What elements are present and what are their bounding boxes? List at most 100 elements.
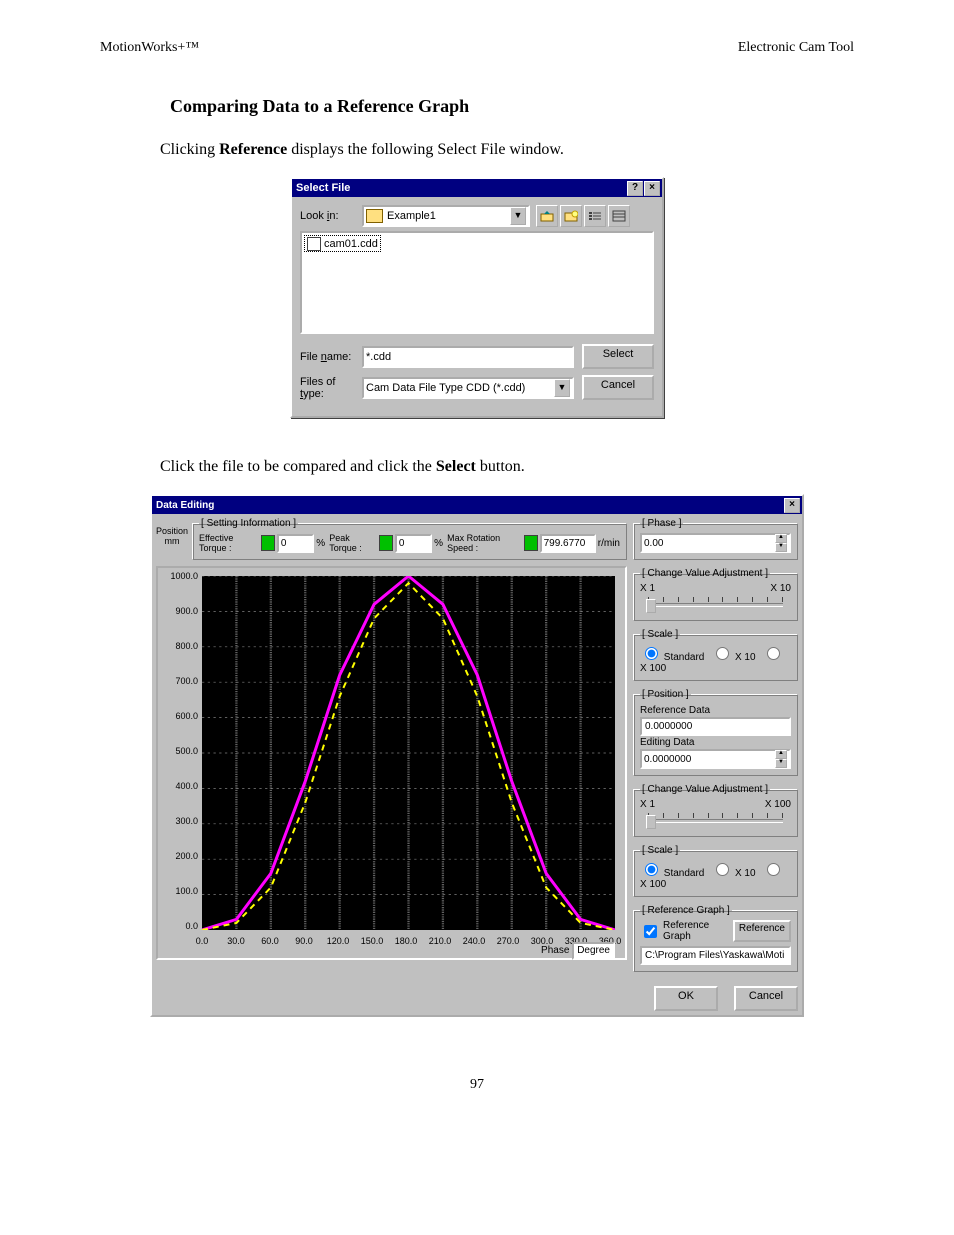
cva-left: X 1 xyxy=(640,583,655,594)
x-axis-label: Phase Degree xyxy=(541,942,615,960)
cva-left-2: X 1 xyxy=(640,799,655,810)
details-view-icon[interactable] xyxy=(608,205,630,227)
x-tick: 150.0 xyxy=(361,936,384,946)
eff-torque-label: Effective Torque : xyxy=(199,533,259,553)
x-tick: 210.0 xyxy=(429,936,452,946)
spin-down-icon[interactable]: ▼ xyxy=(775,543,787,552)
slider-thumb-icon[interactable] xyxy=(646,815,656,829)
x-tick: 0.0 xyxy=(196,936,209,946)
look-in-value: Example1 xyxy=(387,210,436,222)
peak-torque-color-icon xyxy=(379,535,393,551)
page-number: 97 xyxy=(100,1077,854,1093)
scale-standard-radio[interactable]: Standard xyxy=(640,652,704,663)
cva-legend-2: [ Change Value Adjustment ] xyxy=(640,784,770,795)
phase-cva-slider[interactable] xyxy=(640,594,791,614)
x-axis-unit: Degree xyxy=(572,942,615,960)
cva-right-2: X 100 xyxy=(765,799,791,810)
header-right: Electronic Cam Tool xyxy=(738,40,854,56)
ref-data-label: Reference Data xyxy=(640,705,791,716)
intro-pre: Clicking xyxy=(160,141,219,158)
cancel-button[interactable]: Cancel xyxy=(582,375,654,400)
position-label: Position xyxy=(156,526,188,536)
spin-up-icon[interactable]: ▲ xyxy=(775,750,787,759)
y-tick: 200.0 xyxy=(158,851,198,861)
max-rot-unit: r/min xyxy=(598,538,620,549)
look-in-combo[interactable]: Example1 ▼ xyxy=(362,205,530,227)
eff-torque-value: 0 xyxy=(277,534,314,553)
file-name-label: File name: xyxy=(300,351,362,363)
scale-legend-2: [ Scale ] xyxy=(640,845,680,856)
y-tick: 1000.0 xyxy=(158,571,198,581)
dialog-titlebar: Select File ? × xyxy=(292,179,662,197)
cva-legend: [ Change Value Adjustment ] xyxy=(640,568,770,579)
close-icon[interactable]: × xyxy=(644,181,660,196)
max-rot-color-icon xyxy=(524,535,538,551)
up-one-level-icon[interactable] xyxy=(536,205,558,227)
spin-up-icon[interactable]: ▲ xyxy=(775,534,787,543)
edit-data-spin[interactable]: 0.0000000 ▲▼ xyxy=(640,749,791,769)
header-left: MotionWorks+™ xyxy=(100,40,199,56)
mid-pre: Click the file to be compared and click … xyxy=(160,458,436,475)
max-rot-value: 799.6770 xyxy=(540,534,596,553)
list-view-icon[interactable] xyxy=(584,205,606,227)
scale2-standard-radio[interactable]: Standard xyxy=(640,868,704,879)
file-item-name: cam01.cdd xyxy=(324,238,378,250)
scale2-x10-radio[interactable]: X 10 xyxy=(711,868,755,879)
ref-data-value: 0.0000000 xyxy=(640,717,791,736)
help-icon[interactable]: ? xyxy=(627,181,643,196)
select-button[interactable]: Select xyxy=(582,344,654,369)
edit-data-value: 0.0000000 xyxy=(644,754,691,765)
ok-button[interactable]: OK xyxy=(654,986,718,1011)
edit-data-label: Editing Data xyxy=(640,737,791,748)
mid-bold: Select xyxy=(436,458,476,475)
phase-spin[interactable]: 0.00 ▲▼ xyxy=(640,533,791,553)
x-tick: 120.0 xyxy=(327,936,350,946)
document-icon xyxy=(307,237,321,251)
y-tick: 100.0 xyxy=(158,886,198,896)
y-tick: 0.0 xyxy=(158,921,198,931)
max-rot-label: Max Rotation Speed : xyxy=(447,533,521,553)
reference-button[interactable]: Reference xyxy=(733,920,791,942)
intro-bold: Reference xyxy=(219,141,287,158)
position-cva-slider[interactable] xyxy=(640,810,791,830)
peak-torque-value: 0 xyxy=(395,534,432,553)
y-tick: 700.0 xyxy=(158,676,198,686)
file-type-value: Cam Data File Type CDD (*.cdd) xyxy=(366,382,525,394)
position-legend: [ Position ] xyxy=(640,689,691,700)
x-tick: 270.0 xyxy=(497,936,520,946)
dialog-title: Select File xyxy=(296,182,350,194)
cancel-button-2[interactable]: Cancel xyxy=(734,986,798,1011)
slider-thumb-icon[interactable] xyxy=(646,599,656,613)
spin-down-icon[interactable]: ▼ xyxy=(775,759,787,768)
y-tick: 500.0 xyxy=(158,746,198,756)
y-tick: 600.0 xyxy=(158,711,198,721)
dialog-title: Data Editing xyxy=(156,500,214,511)
intro-paragraph: Clicking Reference displays the followin… xyxy=(160,141,854,159)
y-tick: 800.0 xyxy=(158,641,198,651)
setting-info-legend: [ Setting Information ] xyxy=(199,518,298,529)
file-type-combo[interactable]: Cam Data File Type CDD (*.cdd) ▼ xyxy=(362,377,574,399)
chart-area: 1000.0 900.0 800.0 700.0 600.0 500.0 400… xyxy=(156,566,627,960)
x-tick: 90.0 xyxy=(295,936,313,946)
close-icon[interactable]: × xyxy=(784,498,800,513)
file-item[interactable]: cam01.cdd xyxy=(304,235,381,252)
file-list[interactable]: cam01.cdd xyxy=(300,231,654,334)
file-name-input[interactable]: *.cdd xyxy=(362,346,574,368)
x-tick: 240.0 xyxy=(463,936,486,946)
new-folder-icon[interactable] xyxy=(560,205,582,227)
chevron-down-icon[interactable]: ▼ xyxy=(510,207,526,225)
phase-legend: [ Phase ] xyxy=(640,518,683,529)
folder-icon xyxy=(366,209,383,223)
scale-x10-radio[interactable]: X 10 xyxy=(711,652,755,663)
dialog-titlebar: Data Editing × xyxy=(152,496,802,514)
position-unit: mm xyxy=(165,536,180,546)
file-type-label: Files of type: xyxy=(300,376,362,400)
y-tick: 400.0 xyxy=(158,781,198,791)
mid-post: button. xyxy=(476,458,525,475)
ref-graph-checkbox[interactable]: Reference Graph xyxy=(640,920,729,942)
x-tick: 30.0 xyxy=(227,936,245,946)
look-in-label: Look in: xyxy=(300,210,362,222)
plot[interactable] xyxy=(202,576,615,930)
chevron-down-icon[interactable]: ▼ xyxy=(554,379,570,397)
eff-torque-unit: % xyxy=(316,538,325,549)
